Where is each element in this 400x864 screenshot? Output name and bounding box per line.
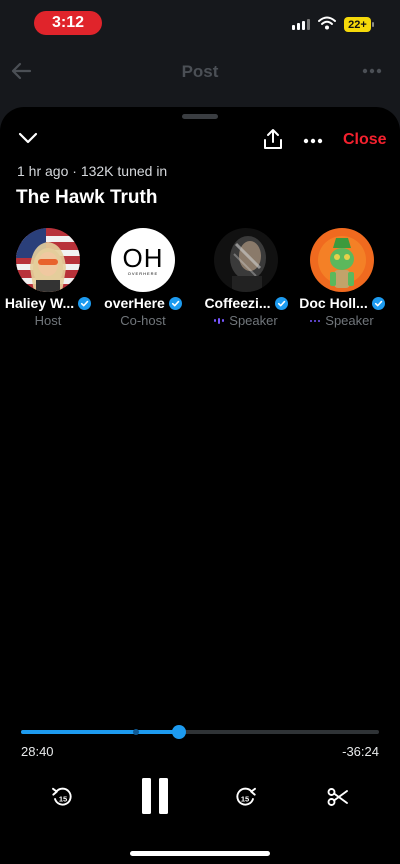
status-bar: 3:12 22+ — [0, 0, 400, 46]
progress-thumb[interactable] — [171, 725, 186, 739]
close-button[interactable]: Close — [343, 131, 387, 149]
space-meta: 1 hr ago · 132K tuned in — [17, 163, 168, 179]
verified-badge-icon — [371, 296, 385, 310]
share-icon[interactable] — [262, 128, 284, 150]
skip-back-seconds: 15 — [59, 795, 67, 804]
participant-role: Host — [34, 313, 62, 328]
participant-name: Haliey W... — [4, 295, 75, 311]
sheet-grabber[interactable] — [182, 114, 218, 119]
status-time[interactable]: 3:12 — [34, 11, 102, 35]
skip-forward-15-icon[interactable]: 15 — [234, 785, 258, 809]
space-sheet: Close 1 hr ago · 132K tuned in The Hawk … — [0, 107, 400, 864]
participant-name: Coffeezi... — [204, 295, 271, 311]
participant-role: Speaker — [325, 313, 374, 328]
participant-role: Co-host — [120, 313, 166, 328]
skip-back-15-icon[interactable]: 15 — [50, 785, 74, 809]
more-icon[interactable] — [303, 138, 323, 144]
clip-scissors-icon[interactable] — [326, 785, 350, 809]
more-options-icon[interactable] — [362, 68, 382, 74]
pause-icon[interactable] — [140, 778, 170, 814]
home-indicator[interactable] — [130, 851, 270, 856]
participant-name: overHere — [104, 295, 165, 311]
verified-badge-icon — [274, 296, 288, 310]
participant-name: Doc Holl... — [299, 295, 368, 311]
space-title: The Hawk Truth — [16, 187, 158, 208]
avatar — [310, 228, 374, 292]
speaking-indicator-icon — [214, 317, 225, 324]
listening-indicator-icon — [310, 319, 321, 322]
avatar — [16, 228, 80, 292]
battery-tip — [372, 22, 374, 27]
chevron-down-icon[interactable] — [18, 131, 38, 145]
avatar — [214, 228, 278, 292]
progress-fill — [21, 730, 179, 734]
wifi-icon — [318, 16, 336, 30]
avatar-logo-text: OH — [122, 242, 164, 273]
verified-badge-icon — [78, 296, 92, 310]
avatar: OH OVERHERE — [111, 228, 175, 292]
remaining-time: -36:24 — [342, 744, 379, 759]
buffer-marker — [132, 729, 139, 735]
page-title: Post — [181, 62, 219, 81]
page-header: Post — [0, 46, 400, 100]
cellular-signal-icon — [292, 19, 310, 30]
elapsed-time: 28:40 — [21, 744, 54, 759]
playback-progress-slider[interactable] — [21, 725, 379, 739]
verified-badge-icon — [168, 296, 182, 310]
participant-role: Speaker — [229, 313, 278, 328]
battery-indicator: 22+ — [344, 17, 371, 32]
avatar-logo-subtext: OVERHERE — [127, 270, 159, 276]
skip-forward-seconds: 15 — [241, 795, 249, 804]
